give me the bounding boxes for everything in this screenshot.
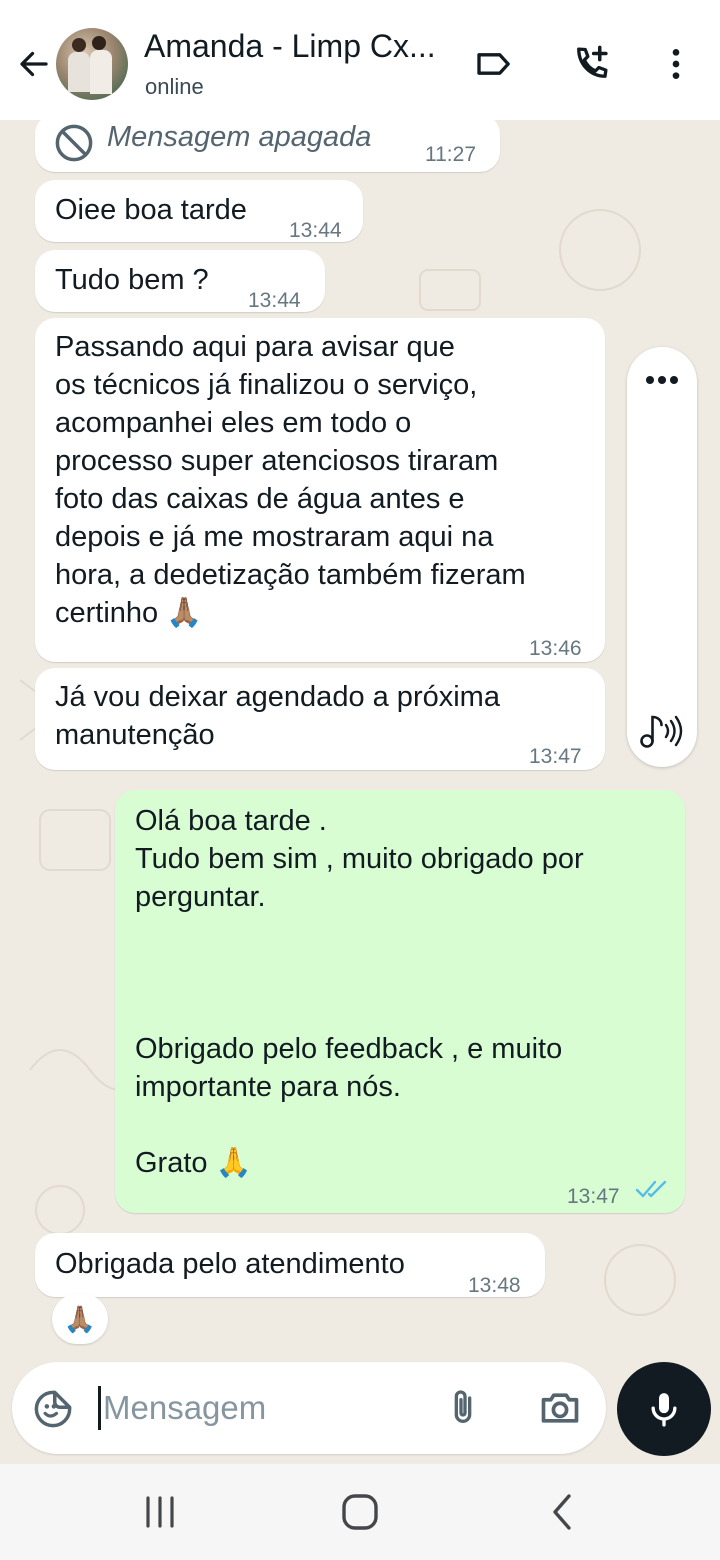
label-tag-icon xyxy=(477,53,510,75)
more-vertical-icon xyxy=(672,49,680,79)
label-button[interactable] xyxy=(470,40,518,88)
message-bubble-outgoing[interactable]: Olá boa tarde . Tudo bem sim , muito obr… xyxy=(115,790,685,1213)
home-button[interactable] xyxy=(330,1488,390,1536)
chat-header: Amanda - Limp Cx... online xyxy=(0,0,720,120)
message-text: Já vou deixar agendado a próxima manuten… xyxy=(55,681,500,751)
contact-avatar[interactable] xyxy=(56,28,128,100)
attach-button[interactable] xyxy=(440,1384,486,1432)
music-note-sound-icon xyxy=(640,715,683,748)
quick-actions-panel xyxy=(627,347,697,767)
message-time: 13:47 xyxy=(529,745,582,768)
paperclip-icon xyxy=(454,1390,472,1423)
message-text: Mensagem apagada xyxy=(107,121,372,153)
message-time: 13:44 xyxy=(289,219,342,242)
message-text: Tudo bem ? xyxy=(55,264,209,296)
double-check-icon xyxy=(635,1180,667,1198)
message-bubble-incoming[interactable]: Obrigada pelo atendimento 13:48 xyxy=(35,1233,545,1297)
recent-apps-icon xyxy=(146,1496,174,1528)
blocked-icon xyxy=(55,124,93,162)
message-input[interactable]: Mensagem xyxy=(98,1386,266,1430)
message-text: Olá boa tarde . Tudo bem sim , muito obr… xyxy=(135,805,584,1179)
chevron-left-icon xyxy=(553,1494,571,1530)
system-nav-bar xyxy=(0,1464,720,1560)
back-button[interactable] xyxy=(12,42,56,86)
microphone-icon xyxy=(651,1393,677,1427)
camera-button[interactable] xyxy=(536,1384,584,1432)
message-time: 11:27 xyxy=(425,143,476,166)
message-bubble-incoming[interactable]: Oiee boa tarde 13:44 xyxy=(35,180,363,242)
message-bubble-incoming[interactable]: Tudo bem ? 13:44 xyxy=(35,250,325,312)
chat-area[interactable]: Mensagem apagada 11:27 Oiee boa tarde 13… xyxy=(0,120,720,1365)
back-nav-button[interactable] xyxy=(532,1488,592,1536)
message-text: Obrigada pelo atendimento xyxy=(55,1248,405,1280)
contact-name[interactable]: Amanda - Limp Cx... xyxy=(144,28,436,65)
audio-transcribe-button[interactable] xyxy=(638,709,686,753)
contact-status: online xyxy=(145,74,204,99)
message-time: 13:46 xyxy=(529,637,582,660)
sticker-button[interactable] xyxy=(30,1386,76,1432)
add-call-button[interactable] xyxy=(567,40,615,88)
recent-apps-button[interactable] xyxy=(130,1488,190,1536)
message-reaction[interactable]: 🙏🏽 xyxy=(52,1294,108,1344)
arrow-left-icon xyxy=(20,51,48,77)
message-text: Passando aqui para avisar que os técnico… xyxy=(55,331,526,629)
menu-button[interactable] xyxy=(652,40,700,88)
message-bubble-incoming[interactable]: Passando aqui para avisar que os técnico… xyxy=(35,318,605,662)
message-bubble-incoming[interactable]: Já vou deixar agendado a próxima manuten… xyxy=(35,668,605,770)
more-options-button[interactable] xyxy=(640,365,684,395)
home-icon xyxy=(342,1494,378,1530)
sticker-icon xyxy=(34,1390,72,1428)
message-composer: Mensagem xyxy=(12,1362,606,1454)
message-bubble-incoming[interactable]: Mensagem apagada 11:27 xyxy=(35,120,500,172)
message-time: 13:47 xyxy=(567,1185,620,1208)
message-time: 13:48 xyxy=(468,1274,521,1297)
voice-record-button[interactable] xyxy=(617,1362,711,1456)
more-horizontal-icon xyxy=(646,376,678,384)
message-text: Oiee boa tarde xyxy=(55,194,247,226)
phone-plus-icon xyxy=(577,45,608,78)
message-time: 13:44 xyxy=(248,289,301,312)
camera-icon xyxy=(541,1393,579,1423)
